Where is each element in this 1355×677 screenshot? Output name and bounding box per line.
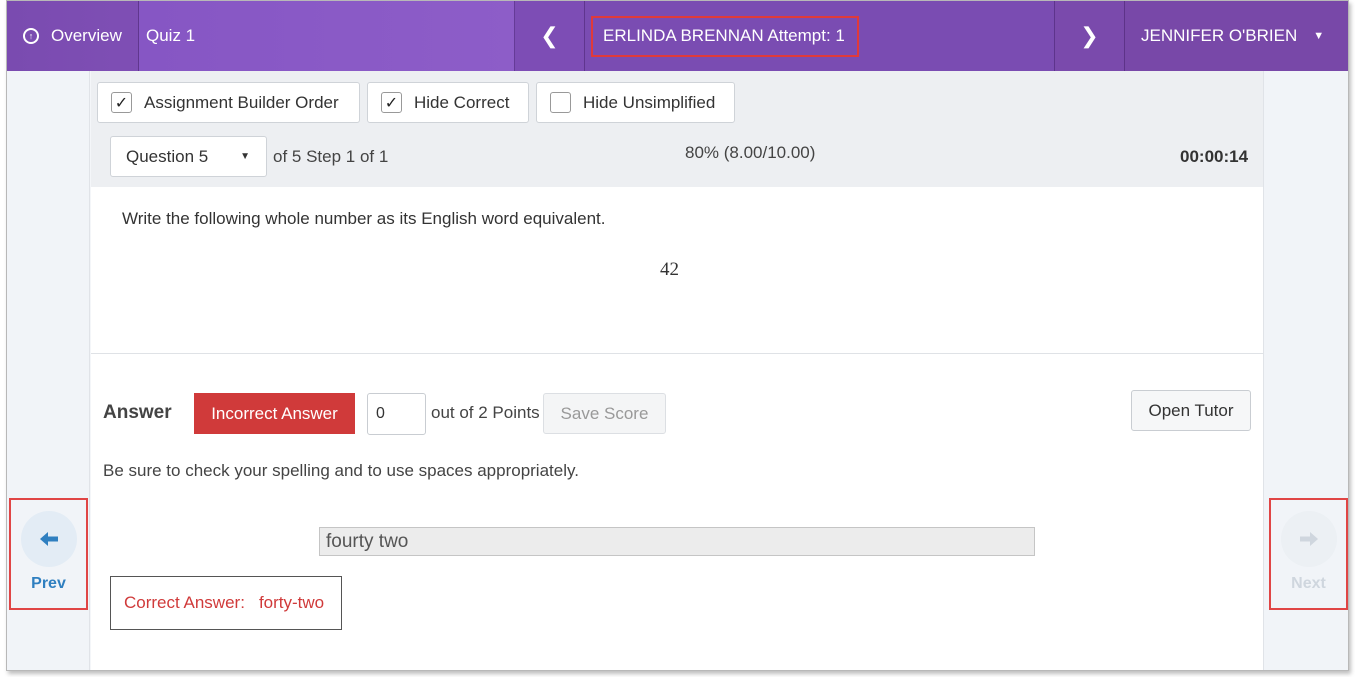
- correct-answer-box: Correct Answer: forty-two: [110, 576, 342, 630]
- question-position: of 5 Step 1 of 1: [273, 147, 389, 166]
- next-button[interactable]: Next: [1269, 498, 1348, 610]
- save-score-button[interactable]: Save Score: [543, 393, 666, 434]
- checkbox-unchecked-icon: [550, 92, 571, 113]
- user-menu[interactable]: JENNIFER O'BRIEN ▼: [1125, 1, 1348, 71]
- quiz-title: Quiz 1: [139, 1, 515, 71]
- hide-correct-checkbox[interactable]: ✓ Hide Correct: [367, 82, 529, 123]
- caret-down-icon: ▼: [240, 151, 250, 162]
- overview-button[interactable]: ↑ Overview: [7, 1, 139, 71]
- student-attempt-header: ERLINDA BRENNAN Attempt: 1: [585, 1, 1055, 71]
- main-content: ✓ Assignment Builder Order ✓ Hide Correc…: [91, 71, 1263, 670]
- checkbox-label: Hide Unsimplified: [583, 92, 716, 112]
- arrow-left-icon: [20, 511, 77, 567]
- timer: 00:00:14: [1180, 147, 1249, 166]
- prev-label: Prev: [31, 575, 66, 592]
- checkbox-checked-icon: ✓: [381, 92, 402, 113]
- quiz-title-text: Quiz 1: [146, 26, 196, 45]
- previous-student-button[interactable]: ❮: [515, 1, 585, 71]
- incorrect-answer-button[interactable]: Incorrect Answer: [194, 393, 355, 434]
- assignment-builder-order-checkbox[interactable]: ✓ Assignment Builder Order: [97, 82, 360, 123]
- chevron-right-icon: ❯: [1080, 23, 1099, 48]
- correct-answer-label: Correct Answer:: [124, 593, 245, 612]
- checkbox-label: Hide Correct: [414, 92, 510, 112]
- divider: [91, 353, 1263, 354]
- next-label: Next: [1291, 575, 1326, 592]
- circle-up-arrow-icon: ↑: [23, 28, 39, 44]
- grading-toolbar: ✓ Assignment Builder Order ✓ Hide Correc…: [91, 71, 1263, 187]
- student-response-field: fourty two: [319, 527, 1035, 556]
- open-tutor-button[interactable]: Open Tutor: [1131, 390, 1251, 431]
- points-input[interactable]: [367, 393, 426, 435]
- prev-button[interactable]: Prev: [9, 498, 88, 610]
- score-summary: 80% (8.00/10.00): [685, 143, 816, 162]
- arrow-right-icon-svg: [1299, 532, 1318, 546]
- arrow-left-icon-svg: [39, 532, 58, 546]
- next-student-button[interactable]: ❯: [1055, 1, 1125, 71]
- question-prompt: Write the following whole number as its …: [122, 209, 606, 228]
- hide-unsimplified-checkbox[interactable]: Hide Unsimplified: [536, 82, 735, 123]
- arrow-right-icon: [1280, 511, 1337, 567]
- question-select[interactable]: Question 5 ▼: [110, 136, 267, 177]
- answer-hint: Be sure to check your spelling and to us…: [103, 461, 579, 480]
- correct-answer-value: forty-two: [258, 593, 325, 612]
- top-bar: ↑ Overview Quiz 1 ❮ ERLINDA BRENNAN Atte…: [7, 1, 1348, 71]
- caret-down-icon: ▼: [1313, 30, 1325, 42]
- checkbox-checked-icon: ✓: [111, 92, 132, 113]
- checkbox-label: Assignment Builder Order: [144, 92, 339, 112]
- student-attempt-label: ERLINDA BRENNAN Attempt: 1: [591, 15, 859, 57]
- user-name: JENNIFER O'BRIEN: [1141, 26, 1298, 45]
- overview-label: Overview: [51, 26, 122, 45]
- answer-heading: Answer: [103, 402, 172, 423]
- question-select-value: Question 5: [126, 146, 209, 166]
- chevron-left-icon: ❮: [540, 23, 559, 48]
- left-nav-column: Prev: [7, 71, 90, 670]
- question-value: 42: [660, 259, 679, 280]
- right-nav-column: Next: [1263, 71, 1348, 670]
- points-out-of: out of 2 Points: [431, 403, 540, 422]
- app-frame: ↑ Overview Quiz 1 ❮ ERLINDA BRENNAN Atte…: [6, 0, 1349, 671]
